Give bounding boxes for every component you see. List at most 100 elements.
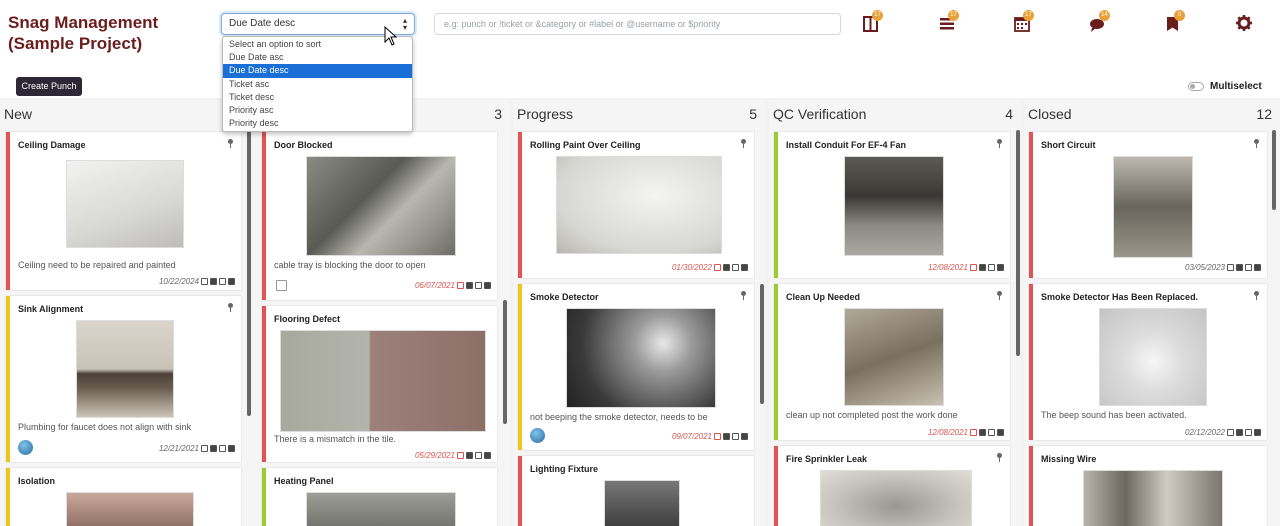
punch-book-icon[interactable]: 17 — [862, 10, 883, 34]
gear-icon[interactable] — [1235, 14, 1255, 34]
card-ceiling-damage[interactable]: Ceiling Damage Ceiling need to be repair… — [6, 132, 241, 290]
trash-icon[interactable] — [741, 433, 748, 440]
punch-photo[interactable] — [844, 308, 944, 406]
card-install-conduit[interactable]: Install Conduit For EF-4 Fan 12/08/2021 — [774, 132, 1010, 278]
pin-icon[interactable] — [997, 291, 1002, 300]
sort-option-selected[interactable]: Due Date desc — [223, 64, 412, 78]
trash-icon[interactable] — [1254, 264, 1261, 271]
lane-scrollbar[interactable] — [503, 300, 507, 424]
pin-icon[interactable] — [741, 139, 746, 148]
copy-icon[interactable] — [988, 429, 995, 436]
pin-icon[interactable] — [997, 139, 1002, 148]
calendar-icon[interactable] — [970, 264, 977, 271]
pin-icon[interactable] — [228, 139, 233, 148]
note-icon[interactable] — [723, 433, 730, 440]
sort-option[interactable]: Ticket asc — [223, 78, 412, 91]
card-rolling-paint[interactable]: Rolling Paint Over Ceiling 01/30/2022 — [518, 132, 754, 278]
copy-icon[interactable] — [732, 433, 739, 440]
copy-icon[interactable] — [988, 264, 995, 271]
trash-icon[interactable] — [484, 282, 491, 289]
punch-photo[interactable] — [1083, 470, 1223, 526]
note-icon[interactable] — [723, 264, 730, 271]
column-scrollbar[interactable] — [1272, 130, 1276, 210]
card-short-circuit[interactable]: Short Circuit 03/05/2023 — [1029, 132, 1267, 278]
trash-icon[interactable] — [997, 264, 1004, 271]
card-clean-up-needed[interactable]: Clean Up Needed clean up not completed p… — [774, 284, 1010, 440]
note-icon[interactable] — [210, 445, 217, 452]
trash-icon[interactable] — [484, 452, 491, 459]
comments-icon[interactable]: 14 — [1089, 10, 1110, 34]
card-flooring-defect[interactable]: Flooring Defect There is a mismatch in t… — [262, 306, 497, 462]
pin-icon[interactable] — [741, 291, 746, 300]
punch-photo[interactable] — [76, 320, 174, 418]
copy-icon[interactable] — [1245, 429, 1252, 436]
punch-photo[interactable] — [66, 492, 194, 526]
copy-icon[interactable] — [1245, 264, 1252, 271]
calendar-icon[interactable] — [201, 278, 208, 285]
sort-option[interactable]: Ticket desc — [223, 91, 412, 104]
card-heating-panel[interactable]: Heating Panel — [262, 468, 497, 526]
note-icon[interactable] — [1236, 264, 1243, 271]
punch-photo[interactable] — [556, 156, 722, 254]
trash-icon[interactable] — [741, 264, 748, 271]
calendar-icon[interactable]: 17 — [1013, 10, 1034, 34]
card-smoke-detector[interactable]: Smoke Detector not beeping the smoke det… — [518, 284, 754, 450]
punch-photo[interactable] — [844, 156, 944, 256]
multiselect-toggle[interactable]: Multiselect — [1188, 81, 1262, 92]
copy-icon[interactable] — [732, 264, 739, 271]
copy-icon[interactable] — [475, 282, 482, 289]
trash-icon[interactable] — [228, 445, 235, 452]
copy-icon[interactable] — [475, 452, 482, 459]
calendar-icon[interactable] — [1227, 264, 1234, 271]
pin-icon[interactable] — [1254, 139, 1259, 148]
card-lighting-fixture[interactable]: Lighting Fixture — [518, 456, 754, 526]
sort-option[interactable]: Due Date asc — [223, 51, 412, 64]
card-door-blocked[interactable]: Door Blocked cable tray is blocking the … — [262, 132, 497, 300]
calendar-icon[interactable] — [457, 282, 464, 289]
pin-icon[interactable] — [1254, 291, 1259, 300]
trash-icon[interactable] — [1254, 429, 1261, 436]
punch-photo[interactable] — [820, 470, 972, 526]
punch-photo[interactable] — [566, 308, 716, 408]
card-isolation[interactable]: Isolation — [6, 468, 241, 526]
bookmark-icon[interactable]: 0 — [1164, 10, 1185, 34]
note-icon[interactable] — [466, 282, 473, 289]
trash-icon[interactable] — [997, 429, 1004, 436]
copy-icon[interactable] — [219, 445, 226, 452]
calendar-icon[interactable] — [201, 445, 208, 452]
column-scrollbar[interactable] — [1016, 130, 1020, 356]
trash-icon[interactable] — [228, 278, 235, 285]
column-scrollbar[interactable] — [760, 284, 764, 404]
card-sink-alignment[interactable]: Sink Alignment Plumbing for faucet does … — [6, 296, 241, 462]
note-icon[interactable] — [979, 429, 986, 436]
note-icon[interactable] — [466, 452, 473, 459]
punch-photo[interactable] — [280, 330, 486, 432]
punch-photo[interactable] — [66, 160, 184, 248]
punch-photo[interactable] — [1113, 156, 1193, 258]
card-smoke-detector-replaced[interactable]: Smoke Detector Has Been Replaced. The be… — [1029, 284, 1267, 440]
list-icon[interactable]: 17 — [938, 10, 959, 34]
card-fire-sprinkler-leak[interactable]: Fire Sprinkler Leak — [774, 446, 1010, 526]
create-punch-button[interactable]: Create Punch — [16, 77, 82, 96]
note-icon[interactable] — [210, 278, 217, 285]
search-input[interactable]: e.g: punch or !ticket or &category or #l… — [434, 13, 841, 35]
note-icon[interactable] — [979, 264, 986, 271]
punch-photo[interactable] — [1099, 308, 1207, 406]
calendar-icon[interactable] — [714, 433, 721, 440]
sort-option[interactable]: Priority asc — [223, 104, 412, 117]
punch-photo[interactable] — [306, 492, 456, 526]
calendar-icon[interactable] — [457, 452, 464, 459]
assignee-icon[interactable] — [276, 280, 287, 291]
pin-icon[interactable] — [997, 453, 1002, 462]
card-missing-wire[interactable]: Missing Wire — [1029, 446, 1267, 526]
lane-scrollbar[interactable] — [247, 130, 251, 416]
calendar-icon[interactable] — [970, 429, 977, 436]
pin-icon[interactable] — [228, 303, 233, 312]
copy-icon[interactable] — [219, 278, 226, 285]
avatar[interactable] — [530, 428, 545, 443]
calendar-icon[interactable] — [714, 264, 721, 271]
punch-photo[interactable] — [306, 156, 456, 256]
toggle-switch[interactable] — [1188, 82, 1204, 91]
note-icon[interactable] — [1236, 429, 1243, 436]
calendar-icon[interactable] — [1227, 429, 1234, 436]
